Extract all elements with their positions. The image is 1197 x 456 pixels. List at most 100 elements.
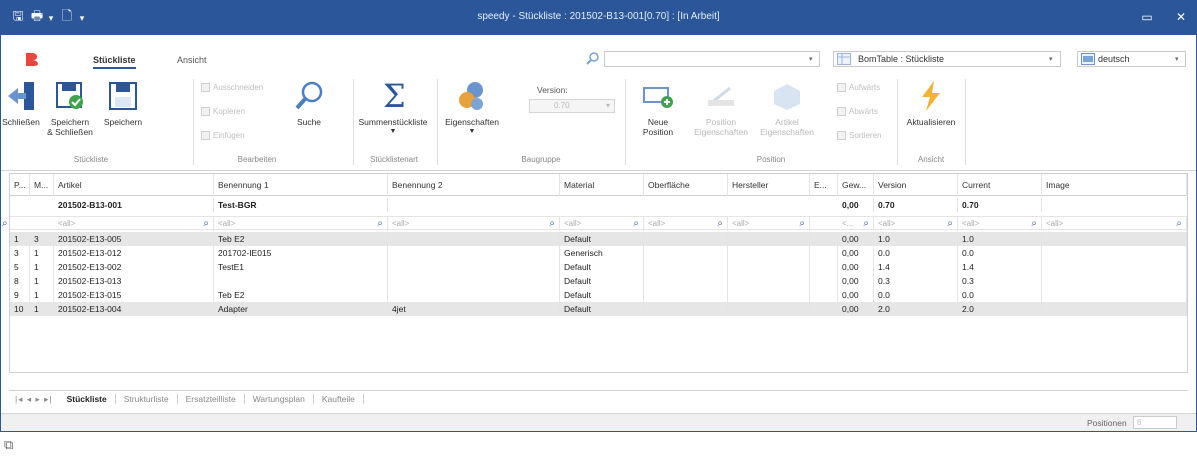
- cell-benennung1[interactable]: Teb E2: [214, 288, 388, 302]
- cell-benennung2[interactable]: 4jet: [388, 302, 560, 316]
- cell-m[interactable]: 1: [30, 274, 54, 288]
- cell-hersteller[interactable]: [728, 288, 810, 302]
- cell-material[interactable]: Default: [560, 288, 644, 302]
- app-logo-icon[interactable]: [23, 51, 41, 67]
- cell-benennung2[interactable]: [388, 288, 560, 302]
- cell-current[interactable]: 0.3: [958, 274, 1042, 288]
- col-header-gewicht[interactable]: Gew...: [838, 174, 874, 196]
- cell-gewicht[interactable]: 0,00: [838, 246, 874, 260]
- cell-oberflaeche[interactable]: [644, 274, 728, 288]
- cell-benennung1[interactable]: Adapter: [214, 302, 388, 316]
- col-header-e[interactable]: E...: [810, 174, 838, 196]
- move-down-button[interactable]: Abwärts: [837, 107, 878, 116]
- save-button[interactable]: Speichern: [101, 79, 145, 127]
- cell-image[interactable]: [1042, 288, 1187, 302]
- cell-p[interactable]: 1: [10, 232, 30, 246]
- cell-version[interactable]: 2.0: [874, 302, 958, 316]
- cell-m[interactable]: 1: [30, 246, 54, 260]
- cell-p[interactable]: 3: [10, 246, 30, 260]
- col-header-benennung1[interactable]: Benennung 1: [214, 174, 388, 196]
- cell-m[interactable]: 1: [30, 260, 54, 274]
- cut-button[interactable]: Ausschneiden: [201, 83, 263, 92]
- cell-version[interactable]: 1.4: [874, 260, 958, 274]
- cell-benennung1[interactable]: Teb E2: [214, 232, 388, 246]
- filter-search-icon[interactable]: ⌕: [203, 217, 209, 231]
- cell-hersteller[interactable]: [728, 260, 810, 274]
- cell-artikel[interactable]: 201502-E13-002: [54, 260, 214, 274]
- cell-m[interactable]: 3: [30, 232, 54, 246]
- cell-image[interactable]: [1042, 246, 1187, 260]
- filter-current[interactable]: <all> ⌕: [958, 217, 1042, 231]
- cell-image[interactable]: [1042, 274, 1187, 288]
- filter-search-icon[interactable]: ⌕: [633, 217, 639, 231]
- filter-search-icon[interactable]: ⌕: [863, 217, 869, 231]
- filter-search-icon[interactable]: ⌕: [1176, 217, 1182, 231]
- cell-benennung2[interactable]: [388, 274, 560, 288]
- cell-p[interactable]: 8: [10, 274, 30, 288]
- cell-e[interactable]: [810, 302, 838, 316]
- cell-gewicht[interactable]: 0,00: [838, 302, 874, 316]
- table-row[interactable]: 9 1 201502-E13-015 Teb E2 Default 0,00 0.0 0.0: [10, 288, 1187, 302]
- version-select[interactable]: 0.70 ▾: [529, 99, 615, 113]
- filter-search-icon[interactable]: ⌕: [717, 217, 723, 231]
- table-row[interactable]: 8 1 201502-E13-013 Default 0,00 0.3 0.3: [10, 274, 1187, 288]
- col-header-p[interactable]: P...: [10, 174, 30, 196]
- close-doc-button[interactable]: Schließen: [2, 79, 40, 127]
- cell-artikel[interactable]: 201502-E13-013: [54, 274, 214, 288]
- table-row[interactable]: 10 1 201502-E13-004 Adapter 4jet Default 0,00 2…: [10, 302, 1187, 316]
- cell-artikel[interactable]: 201502-E13-015: [54, 288, 214, 302]
- save-close-button[interactable]: Speichern & Schließen: [45, 79, 95, 137]
- cell-material[interactable]: Default: [560, 274, 644, 288]
- cell-material[interactable]: Default: [560, 260, 644, 274]
- language-dropdown-icon[interactable]: ▾: [1175, 55, 1179, 63]
- move-up-button[interactable]: Aufwärts: [837, 83, 880, 92]
- tab-ansicht[interactable]: Ansicht: [177, 55, 207, 65]
- cell-e[interactable]: [810, 288, 838, 302]
- cell-e[interactable]: [810, 260, 838, 274]
- cell-p[interactable]: 5: [10, 260, 30, 274]
- cell-gewicht[interactable]: 0,00: [838, 260, 874, 274]
- sheet-tab-stueckliste[interactable]: Stückliste: [58, 394, 116, 404]
- cell-version[interactable]: 1.0: [874, 232, 958, 246]
- cell-gewicht[interactable]: 0,00: [838, 274, 874, 288]
- table-row[interactable]: 5 1 201502-E13-002 TestE1 Default 0,00 1.4 1.4: [10, 260, 1187, 274]
- cell-benennung1[interactable]: TestE1: [214, 260, 388, 274]
- print-quick-icon[interactable]: 🖶: [29, 8, 45, 27]
- sheet-nav-arrows-icon[interactable]: |◂ ◂ ▸ ▸|: [9, 394, 59, 405]
- filter-search-icon[interactable]: ⌕: [549, 217, 555, 231]
- cell-benennung2[interactable]: [388, 260, 560, 274]
- cell-version[interactable]: 0.0: [874, 246, 958, 260]
- cell-current[interactable]: 1.0: [958, 232, 1042, 246]
- cell-current[interactable]: 0.0: [958, 288, 1042, 302]
- cell-benennung1[interactable]: [214, 274, 388, 288]
- cell-oberflaeche[interactable]: [644, 288, 728, 302]
- copy-button[interactable]: Kopieren: [201, 107, 245, 116]
- cell-version[interactable]: 0.3: [874, 274, 958, 288]
- col-header-benennung2[interactable]: Benennung 2: [388, 174, 560, 196]
- filter-benennung2[interactable]: <all> ⌕: [388, 217, 560, 231]
- col-header-material[interactable]: Material: [560, 174, 644, 196]
- cell-hersteller[interactable]: [728, 232, 810, 246]
- cell-oberflaeche[interactable]: [644, 246, 728, 260]
- minimize-button[interactable]: ▭: [1135, 7, 1159, 27]
- filter-benennung1[interactable]: <all> ⌕: [214, 217, 388, 231]
- filter-version[interactable]: <all> ⌕: [874, 217, 958, 231]
- cell-oberflaeche[interactable]: [644, 302, 728, 316]
- col-header-m[interactable]: M...: [30, 174, 54, 196]
- cell-version[interactable]: 0.0: [874, 288, 958, 302]
- cell-m[interactable]: 1: [30, 288, 54, 302]
- search-icon[interactable]: [586, 51, 600, 65]
- sheet-tab-wartungsplan[interactable]: Wartungsplan: [245, 394, 314, 404]
- col-header-current[interactable]: Current: [958, 174, 1042, 196]
- cell-e[interactable]: [810, 232, 838, 246]
- cell-current[interactable]: 2.0: [958, 302, 1042, 316]
- filter-search-icon[interactable]: ⌕: [377, 217, 383, 231]
- filter-oberflaeche[interactable]: <all> ⌕: [644, 217, 728, 231]
- filter-search-icon[interactable]: ⌕: [1031, 217, 1037, 231]
- col-header-version[interactable]: Version: [874, 174, 958, 196]
- table-row[interactable]: 3 1 201502-E13-012 201702-IE015 Generisch 0,0…: [10, 246, 1187, 260]
- refresh-button[interactable]: Aktualisieren: [901, 79, 961, 127]
- search-dropdown-icon[interactable]: ▾: [809, 55, 813, 63]
- filter-search-icon[interactable]: ⌕: [947, 217, 953, 231]
- cell-benennung2[interactable]: [388, 246, 560, 260]
